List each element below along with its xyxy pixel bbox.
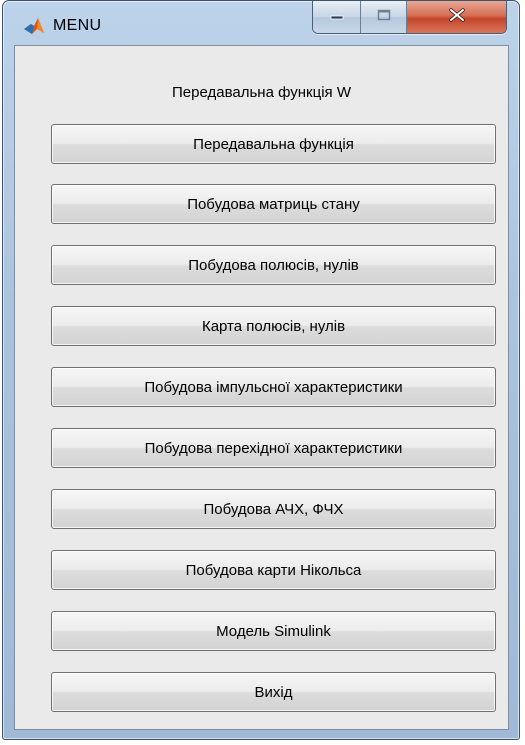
state-matrices-button[interactable]: Побудова матриць стану: [51, 184, 496, 224]
menu-panel: Передавальна функція W Передавальна функ…: [14, 45, 509, 730]
frequency-response-button[interactable]: Побудова АЧХ, ФЧХ: [51, 489, 496, 529]
step-response-button[interactable]: Побудова перехідної характеристики: [51, 428, 496, 468]
poles-zeros-button[interactable]: Побудова полюсів, нулів: [51, 245, 496, 285]
nichols-chart-button[interactable]: Побудова карти Нікольса: [51, 550, 496, 590]
minimize-button[interactable]: [313, 1, 361, 33]
simulink-model-button[interactable]: Модель Simulink: [51, 611, 496, 651]
window-controls: [312, 1, 507, 34]
transfer-function-button[interactable]: Передавальна функція: [51, 124, 496, 164]
maximize-icon: [377, 8, 391, 26]
maximize-button[interactable]: [361, 1, 407, 33]
minimize-icon: [330, 8, 344, 26]
exit-button[interactable]: Вихід: [51, 672, 496, 712]
impulse-response-button[interactable]: Побудова імпульсної характеристики: [51, 367, 496, 407]
panel-title: Передавальна функція W: [172, 84, 351, 101]
title-bar[interactable]: MENU: [3, 1, 519, 45]
menu-window: MENU Передавальна функція W Передавальна…: [2, 0, 520, 740]
matlab-logo-icon: [23, 17, 45, 35]
close-icon: [448, 7, 466, 27]
window-title: MENU: [53, 17, 102, 34]
pole-zero-map-button[interactable]: Карта полюсів, нулів: [51, 306, 496, 346]
close-button[interactable]: [407, 1, 506, 33]
